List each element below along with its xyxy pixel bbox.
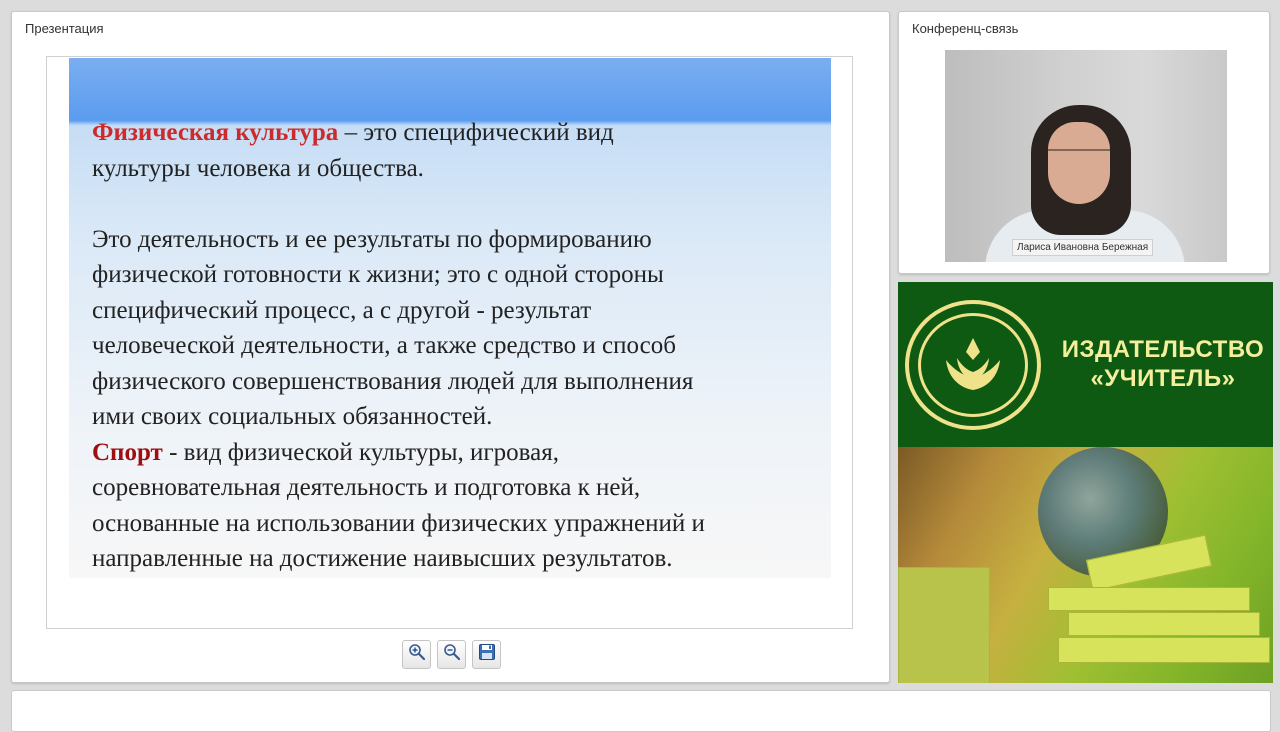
- banner-header: ИЗДАТЕЛЬСТВО «УЧИТЕЛЬ»: [898, 282, 1273, 447]
- paragraph-line: физической готовности к жизни; это с одн…: [92, 261, 664, 288]
- book-image: [898, 567, 990, 683]
- definition-line-2: культуры человека и общества.: [92, 154, 424, 182]
- zoom-out-icon: [443, 643, 461, 666]
- webcam-video[interactable]: Лариса Ивановна Бережная: [945, 50, 1227, 262]
- book-image: [1058, 637, 1270, 663]
- publisher-name-line-1: ИЗДАТЕЛЬСТВО: [1061, 336, 1265, 363]
- publisher-name: ИЗДАТЕЛЬСТВО «УЧИТЕЛЬ»: [1058, 335, 1268, 393]
- book-image: [1068, 612, 1260, 636]
- presentation-panel-title: Презентация: [25, 21, 104, 36]
- publisher-logo-inner: [918, 313, 1028, 417]
- sport-line: соревновательная деятельность и подготов…: [92, 474, 641, 501]
- publisher-banner: ИЗДАТЕЛЬСТВО «УЧИТЕЛЬ»: [898, 282, 1273, 683]
- zoom-out-button[interactable]: [437, 640, 466, 669]
- book-image: [1048, 587, 1250, 611]
- slide-text: Физическая культура – это специфический …: [92, 115, 832, 577]
- banner-books-image: [898, 447, 1273, 683]
- definition-line-1: Физическая культура – это специфический …: [92, 115, 832, 151]
- zoom-in-button[interactable]: [402, 640, 431, 669]
- save-button[interactable]: [472, 640, 501, 669]
- definition-rest: – это специфический вид: [338, 119, 614, 146]
- paragraph-line: человеческой деятельности, а также средс…: [92, 332, 676, 359]
- person-glasses: [1048, 149, 1110, 163]
- sport-rest: - вид физической культуры, игровая,: [162, 438, 559, 466]
- paragraph-line: Это деятельность и ее результаты по форм…: [92, 225, 652, 253]
- person-face: [1048, 122, 1110, 204]
- presentation-panel: Презентация Физическая культура – это сп…: [11, 11, 890, 683]
- participant-name-label: Лариса Ивановна Бережная: [1012, 239, 1154, 256]
- sport-line: направленные на достижение наивысших рез…: [92, 545, 673, 572]
- bottom-panel: [11, 690, 1271, 732]
- zoom-in-icon: [408, 643, 426, 666]
- publisher-name-line-2: «УЧИТЕЛЬ»: [1090, 365, 1236, 392]
- paragraph-line: физического совершенствования людей для …: [92, 367, 694, 395]
- term-sport: Спорт: [92, 438, 163, 466]
- conference-panel: Конференц-связь Лариса Ивановна Бережная: [898, 11, 1270, 274]
- paragraph-line: ими своих социальных обязанностей.: [92, 403, 493, 430]
- sport-line: основанные на использовании физических у…: [92, 509, 705, 537]
- publisher-logo: [905, 300, 1041, 430]
- slide: Физическая культура – это специфический …: [46, 56, 853, 629]
- paragraph-line: специфический процесс, а с другой - резу…: [92, 296, 592, 324]
- term-physical-culture: Физическая культура: [92, 119, 339, 146]
- conference-panel-title: Конференц-связь: [912, 21, 1019, 36]
- slide-toolbar: [402, 640, 501, 669]
- book-leaf-icon: [946, 338, 1000, 390]
- floppy-disk-icon: [478, 643, 496, 666]
- sport-line-1: Спорт - вид физической культуры, игровая…: [92, 435, 832, 471]
